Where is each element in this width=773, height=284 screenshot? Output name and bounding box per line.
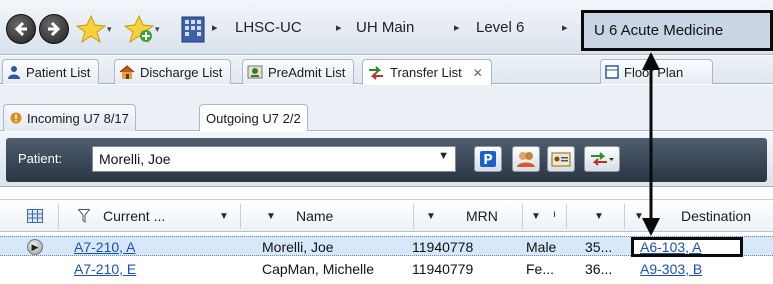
p-icon: P [480,151,496,168]
transfer-icon [369,65,383,80]
chevron-down-icon[interactable]: ▼ [426,211,436,222]
tab-patient-list[interactable]: Patient List [2,59,100,84]
column-separator [566,204,567,229]
tab-label: PreAdmit List [268,64,346,80]
arrow-left-icon [14,21,27,37]
tab-preadmit-list[interactable]: PreAdmit List [242,59,355,84]
tab-label: Transfer List [390,65,462,80]
column-header-sex-caret: ı [553,209,556,220]
add-favorite-button[interactable]: ▾ [124,13,160,45]
tab-outgoing[interactable]: Outgoing U7 2/2 [199,104,308,131]
chevron-down-icon[interactable]: ▼ [266,211,276,222]
cell-destination[interactable]: A9-303, B [640,261,702,277]
column-header-name[interactable]: Name [296,208,333,224]
favorites-button[interactable]: ▾ [76,13,112,45]
patient-select-value: Morelli, Joe [99,151,171,167]
patient-group-icon [517,152,535,167]
table-row[interactable]: A7-210, E CapMan, Michelle 11940779 Fe..… [0,259,773,279]
chevron-down-icon[interactable]: ▼ [531,211,541,222]
patient-select[interactable]: Morelli, Joe ▼ [92,146,456,172]
tab-label: Incoming U7 8/17 [27,110,129,126]
transfer-action-button[interactable] [584,146,620,172]
column-header-current[interactable]: Current ... [103,208,165,224]
star-add-icon [124,14,154,44]
cell-sex: Fe... [526,261,555,277]
cell-age: 35... [585,239,613,255]
patient-photo-button[interactable] [512,146,540,172]
tab-incoming[interactable]: Incoming U7 8/17 [3,104,136,131]
column-separator [58,204,59,229]
star-icon [76,14,106,44]
cell-current[interactable]: A7-210, A [74,239,136,255]
column-header-destination[interactable]: Destination [681,208,751,224]
filter-icon[interactable] [78,209,90,223]
column-separator [413,204,414,229]
tab-label: Discharge List [140,64,223,80]
cell-name: CapMan, Michelle [262,261,375,277]
tab-transfer-list[interactable]: Transfer List ✕ [362,59,492,85]
breadcrumb-lhsc[interactable]: LHSC-UC [235,19,302,36]
chevron-down-icon[interactable]: ▼ [594,211,604,222]
svg-text:P: P [483,153,493,168]
building-icon [181,16,205,43]
chevron-down-icon: ▾ [107,23,112,34]
building-button[interactable] [179,13,207,45]
patient-label: Patient: [18,151,63,166]
annotation-double-arrow [642,52,660,236]
chevron-down-icon: ▾ [155,23,160,34]
arrow-right-icon [48,21,61,37]
breadcrumb-separator-icon: ▸ [562,22,568,34]
column-separator [624,204,625,229]
id-card-icon [551,152,571,167]
cell-mrn: 11940779 [412,261,474,277]
breadcrumb-current-unit[interactable]: U 6 Acute Medicine [581,10,773,51]
breadcrumb-separator-icon: ▸ [336,22,342,34]
tab-label: Outgoing U7 2/2 [206,110,301,126]
forward-button[interactable] [39,14,69,44]
preadmit-icon [247,65,263,79]
cell-name: Morelli, Joe [262,239,334,255]
chevron-right-icon: ▶ [31,241,39,252]
transfer-icon [591,152,614,166]
column-separator [522,204,523,229]
tab-label: Patient List [26,64,91,80]
person-icon [8,66,20,79]
breadcrumb-separator-icon: ▸ [212,22,218,34]
current-unit-label: U 6 Acute Medicine [594,22,724,39]
cell-destination[interactable]: A6-103, A [640,239,702,255]
warning-icon [10,112,22,124]
cell-sex: Male [526,239,557,255]
chevron-down-icon[interactable]: ▼ [219,211,229,222]
column-header-mrn[interactable]: MRN [466,208,498,224]
home-icon [119,65,135,79]
breadcrumb-level-6[interactable]: Level 6 [476,19,524,36]
breadcrumb-uh-main[interactable]: UH Main [356,19,414,36]
column-separator [240,204,241,229]
expand-row-button[interactable]: ▶ [27,239,43,255]
tab-discharge-list[interactable]: Discharge List [114,59,232,84]
cell-mrn: 11940778 [412,239,474,255]
chevron-down-icon: ▼ [438,150,449,162]
navigation-bar: ▾ ▾ ▸ LHSC-UC ▸ UH Main ▸ Level 6 ▸ U 6 … [0,0,773,55]
patient-card-button[interactable] [547,146,575,172]
floorplan-icon [605,65,619,79]
grid-settings-icon[interactable] [27,209,43,223]
close-icon[interactable]: ✕ [473,66,483,80]
p-button[interactable]: P [474,146,502,172]
cell-current[interactable]: A7-210, E [74,261,136,277]
back-button[interactable] [6,14,36,44]
breadcrumb-separator-icon: ▸ [454,22,460,34]
cell-age: 36... [585,261,613,277]
